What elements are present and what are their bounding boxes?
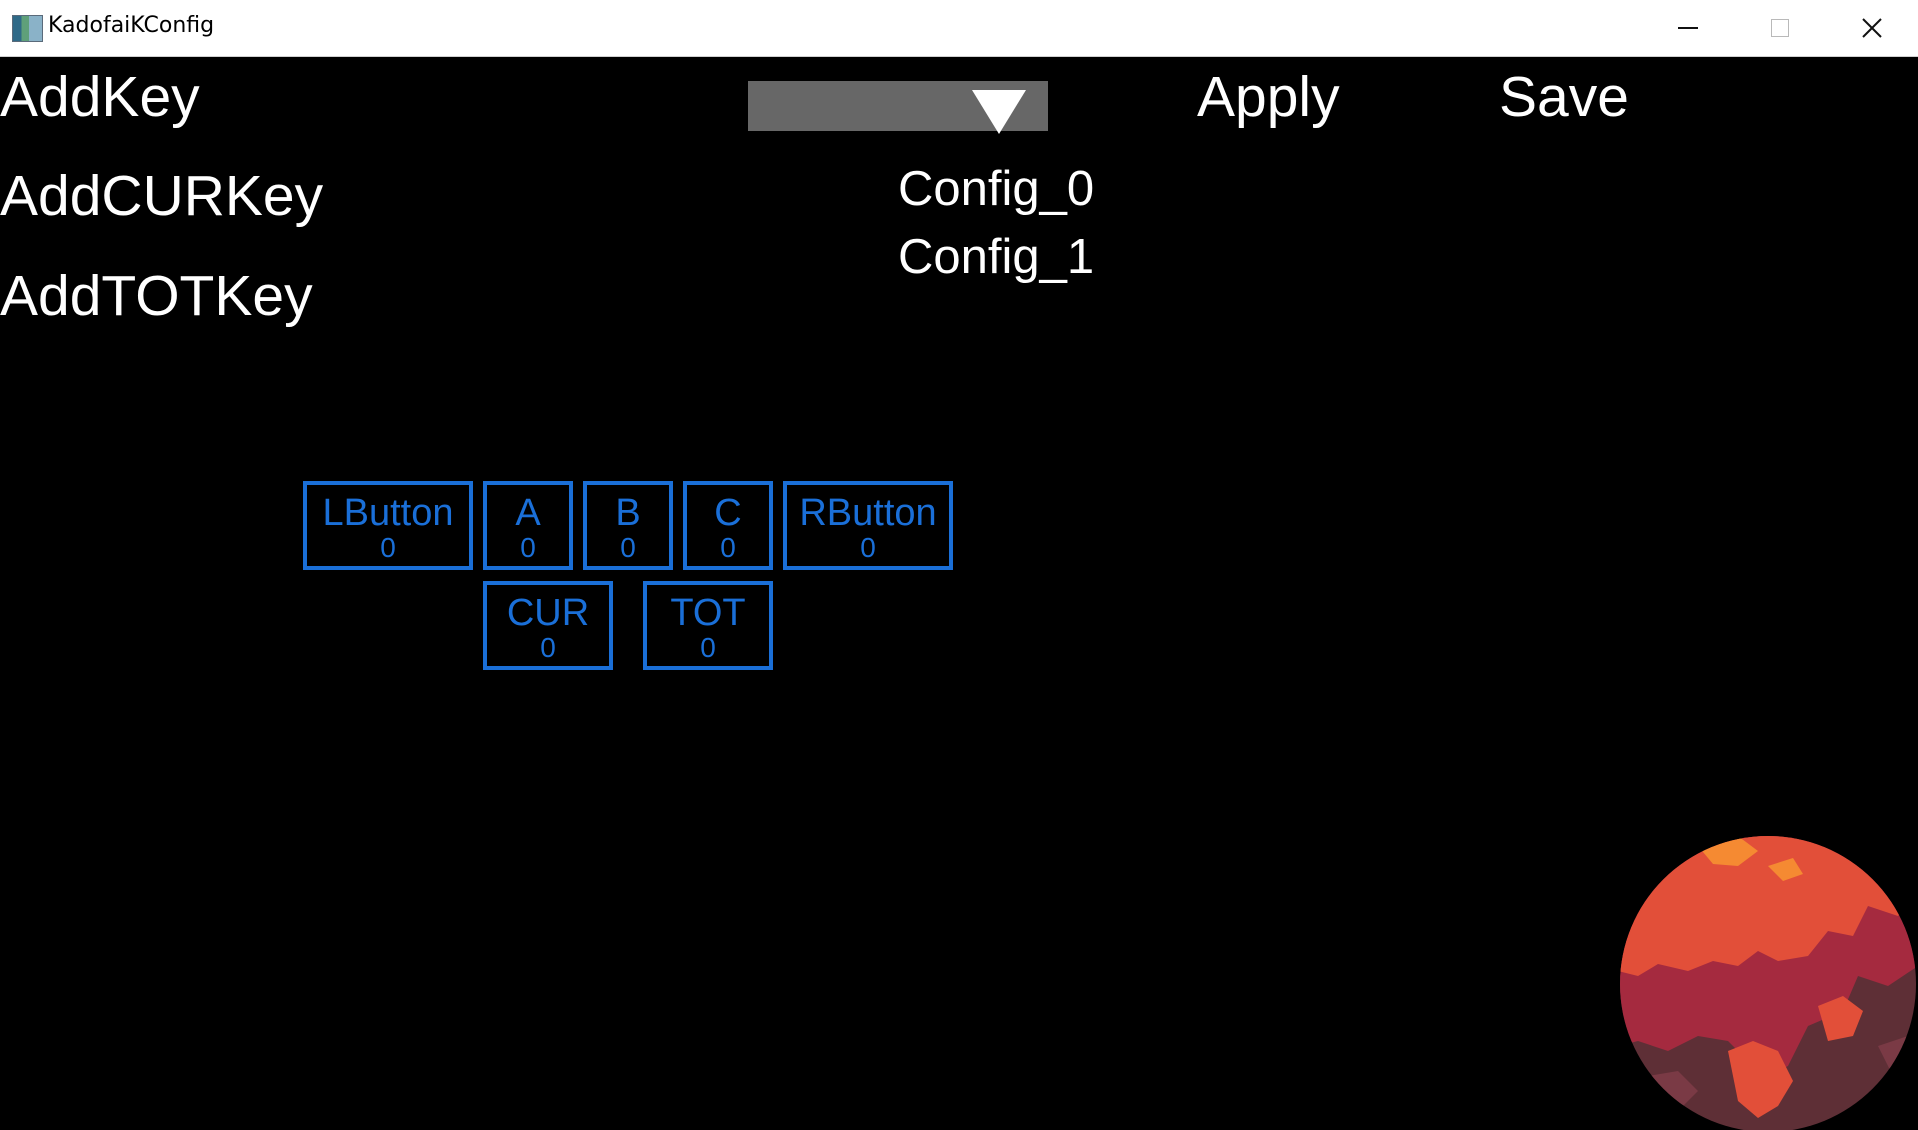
key-name: TOT [670, 592, 746, 634]
key-box-b[interactable]: B 0 [583, 481, 673, 570]
key-count: 0 [720, 532, 736, 563]
save-button[interactable]: Save [1499, 69, 1629, 126]
key-count: 0 [540, 632, 556, 663]
close-icon [1862, 18, 1882, 38]
maximize-icon [1771, 19, 1789, 37]
add-cur-key-button[interactable]: AddCURKey [0, 168, 323, 225]
config-option[interactable]: Config_0 [898, 165, 1094, 214]
key-name: A [515, 492, 541, 534]
planet-image [1620, 836, 1916, 1130]
key-name: RButton [799, 492, 937, 534]
add-tot-key-button[interactable]: AddTOTKey [0, 268, 313, 325]
key-box-rbutton[interactable]: RButton 0 [783, 481, 953, 570]
key-name: C [714, 492, 742, 534]
maximize-button[interactable] [1734, 0, 1826, 56]
key-box-tot[interactable]: TOT 0 [643, 581, 773, 670]
key-box-c[interactable]: C 0 [683, 481, 773, 570]
key-count: 0 [520, 532, 536, 563]
minimize-button[interactable] [1642, 0, 1734, 56]
key-box-a[interactable]: A 0 [483, 481, 573, 570]
window-title: KadofaiKConfig [48, 13, 215, 38]
config-option[interactable]: Config_1 [898, 233, 1094, 282]
key-count: 0 [700, 632, 716, 663]
add-key-button[interactable]: AddKey [0, 69, 200, 126]
key-count: 0 [860, 532, 876, 563]
key-count: 0 [620, 532, 636, 563]
triangle-down-icon[interactable] [972, 90, 1026, 134]
close-button[interactable] [1826, 0, 1918, 56]
minimize-icon [1678, 27, 1698, 29]
apply-button[interactable]: Apply [1197, 69, 1340, 126]
config-dropdown[interactable] [748, 81, 1048, 134]
title-bar: KadofaiKConfig [0, 0, 1918, 57]
key-box-cur[interactable]: CUR 0 [483, 581, 613, 670]
key-name: LButton [322, 492, 454, 534]
key-name: CUR [506, 592, 590, 634]
app-icon [12, 15, 43, 42]
key-box-lbutton[interactable]: LButton 0 [303, 481, 473, 570]
key-name: B [615, 492, 641, 534]
key-count: 0 [380, 532, 396, 563]
